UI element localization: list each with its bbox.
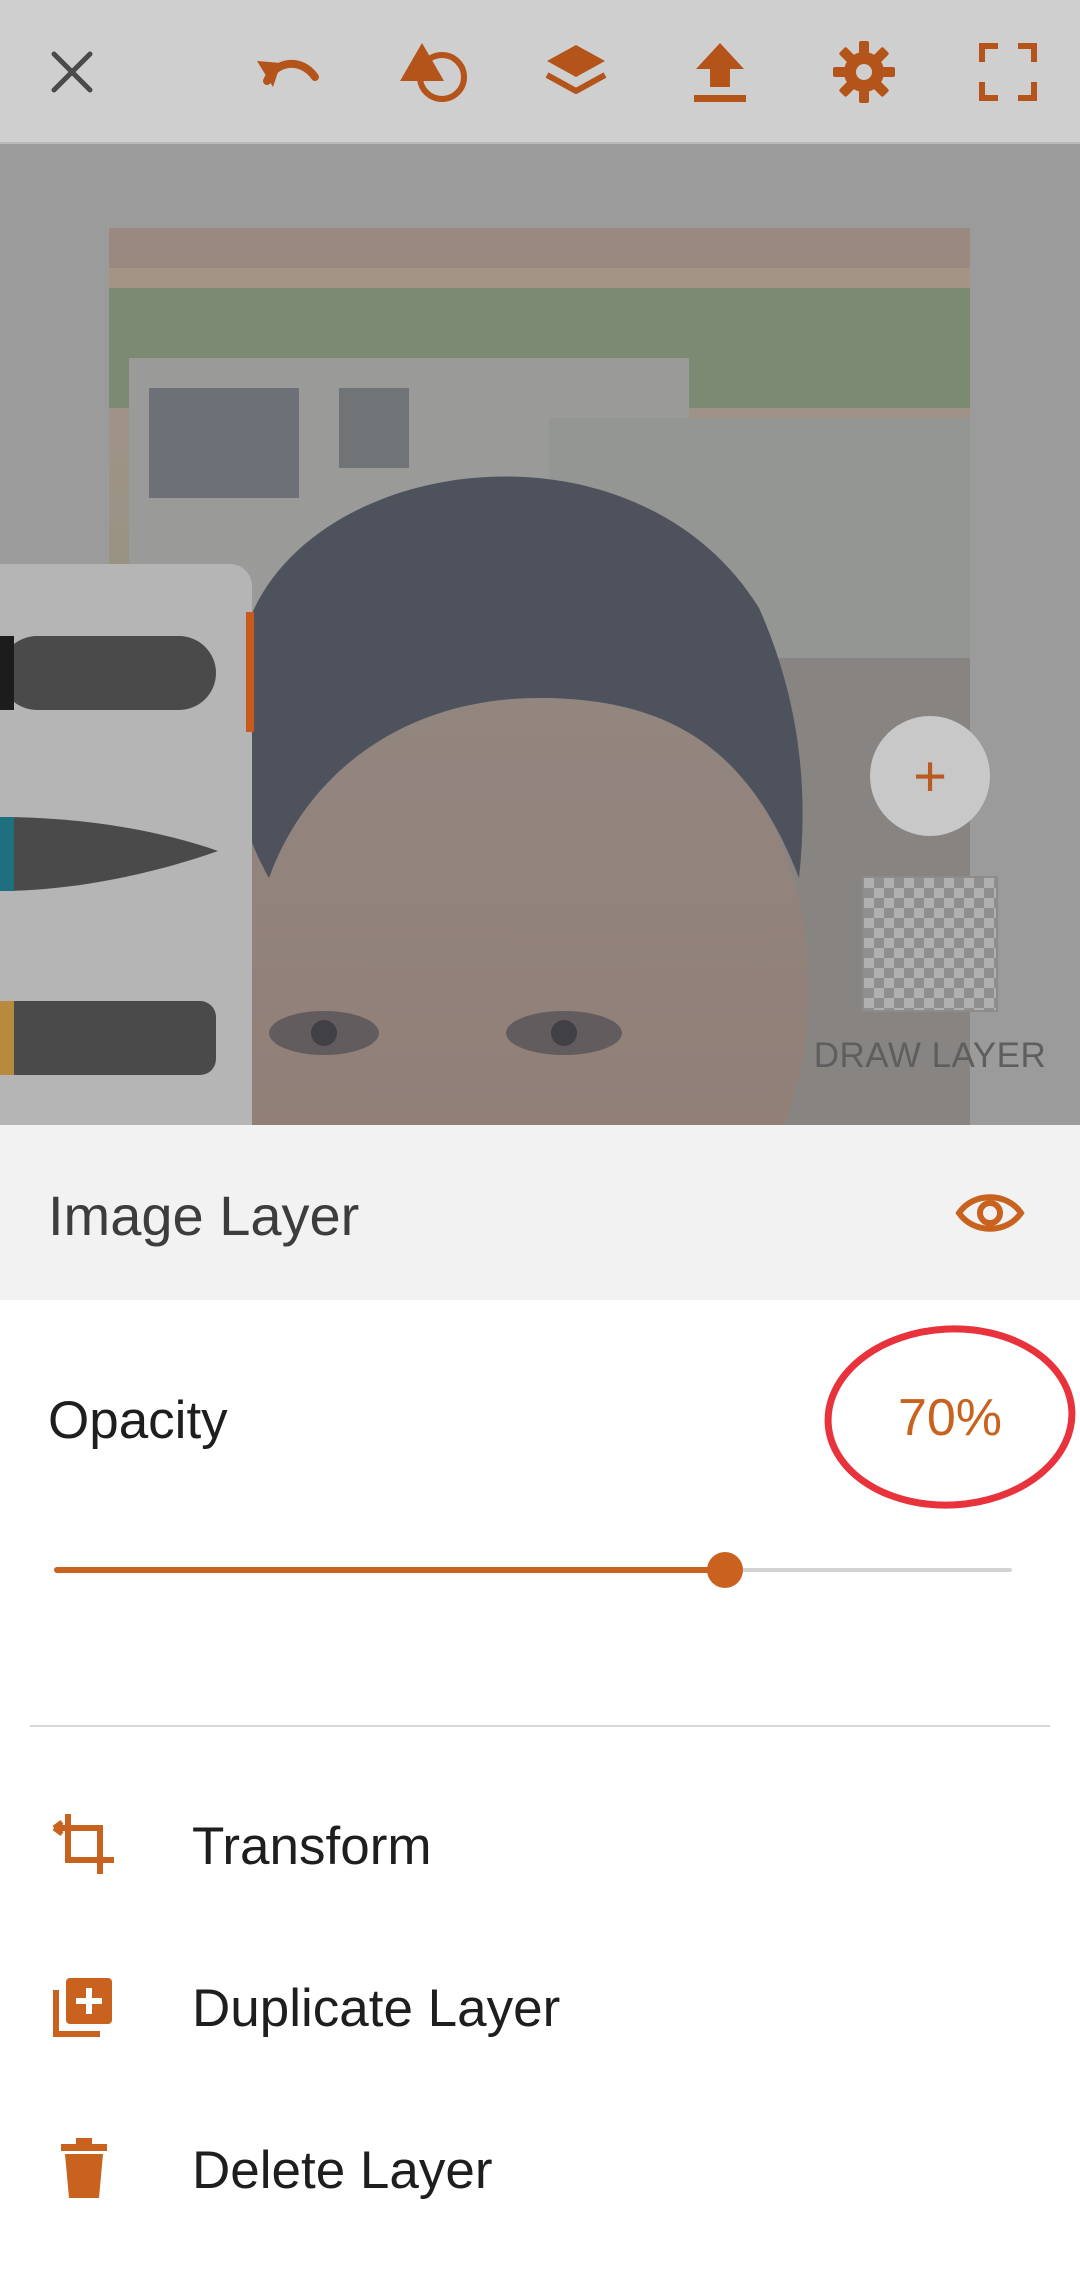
fullscreen-button[interactable] <box>968 32 1048 112</box>
share-button[interactable] <box>680 32 760 112</box>
shapes-button[interactable] <box>394 32 474 112</box>
undo-button[interactable] <box>248 32 328 112</box>
divider <box>30 1725 1050 1727</box>
duplicate-layer-label: Duplicate Layer <box>192 1979 561 2038</box>
add-layer-button[interactable]: + <box>870 716 990 836</box>
undo-icon <box>257 59 319 87</box>
opacity-slider[interactable] <box>54 1548 1012 1592</box>
slider-fill <box>54 1567 725 1573</box>
visibility-toggle[interactable] <box>950 1173 1030 1253</box>
slider-thumb[interactable] <box>706 1552 743 1588</box>
brush-pencil[interactable] <box>0 636 216 710</box>
drawing-canvas[interactable]: + DRAW LAYER <box>0 144 1080 1125</box>
shapes-icon <box>400 43 467 102</box>
delete-layer-menu-item[interactable]: Delete Layer <box>0 2094 1080 2244</box>
layer-panel-header: Image Layer <box>0 1125 1080 1300</box>
brush-selection-indicator <box>246 612 254 732</box>
opacity-label: Opacity <box>48 1391 228 1450</box>
layers-button[interactable] <box>536 32 616 112</box>
eye-icon <box>955 1194 1025 1232</box>
close-icon <box>51 51 93 93</box>
transform-menu-item[interactable]: Transform <box>0 1770 1080 1920</box>
settings-icon <box>833 41 895 103</box>
brush-ink[interactable] <box>0 817 220 891</box>
brush-marker[interactable] <box>0 1001 216 1075</box>
draw-layer-thumbnail[interactable] <box>862 876 998 1012</box>
close-button[interactable] <box>32 32 112 112</box>
layer-title: Image Layer <box>48 1184 360 1247</box>
duplicate-icon <box>48 1970 120 2042</box>
highlight-circle <box>824 1325 1076 1509</box>
delete-layer-label: Delete Layer <box>192 2141 493 2200</box>
settings-button[interactable] <box>824 32 904 112</box>
top-toolbar <box>0 0 1080 144</box>
plus-icon: + <box>913 743 947 809</box>
crop-icon <box>48 1808 120 1880</box>
trash-icon <box>48 2132 120 2204</box>
duplicate-layer-menu-item[interactable]: Duplicate Layer <box>0 1932 1080 2082</box>
fullscreen-icon <box>979 43 1037 101</box>
upload-icon <box>694 43 746 102</box>
draw-layer-label: DRAW LAYER <box>813 1036 1047 1075</box>
transform-label: Transform <box>192 1817 432 1876</box>
layers-icon <box>545 45 607 94</box>
